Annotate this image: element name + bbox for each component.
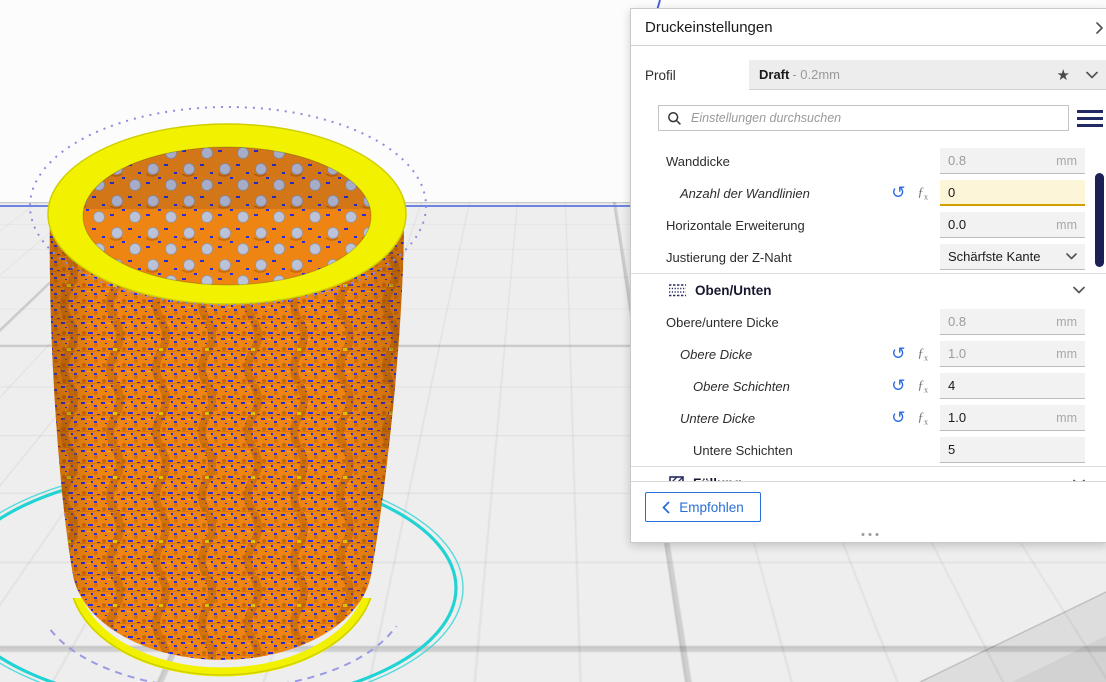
section-header-fuellung[interactable]: Füllung [631, 467, 1106, 481]
function-icon[interactable]: ƒx [918, 409, 929, 427]
setting-value: 0.8 [948, 153, 967, 168]
hamburger-menu-icon[interactable] [1077, 109, 1103, 127]
setting-value-field[interactable]: 0.8 mm [940, 309, 1085, 335]
profile-dropdown[interactable]: Draft - 0.2mm ★ [749, 60, 1106, 90]
search-icon [668, 111, 681, 125]
setting-value-input[interactable] [948, 217, 1051, 232]
profile-row: Profil Draft - 0.2mm ★ [645, 60, 1106, 90]
setting-icons: ↺ ƒx [891, 377, 928, 395]
setting-value-field[interactable] [940, 180, 1085, 206]
reset-value-icon[interactable]: ↺ [891, 409, 905, 426]
profile-label: Profil [645, 67, 676, 83]
top-layer-rim [47, 123, 407, 305]
setting-value-field[interactable] [940, 373, 1085, 399]
setting-value: 1.0 [948, 346, 967, 361]
setting-label: Horizontale Erweiterung [666, 217, 805, 233]
search-box[interactable] [658, 105, 1069, 131]
profile-value: Draft [759, 67, 790, 82]
setting-value-input[interactable] [948, 410, 1051, 425]
setting-row-wanddicke: Wanddicke 0.8 mm [631, 145, 1106, 177]
search-row [658, 105, 1106, 131]
panel-title: Druckeinstellungen [645, 18, 773, 36]
chevron-down-icon [1086, 71, 1098, 78]
setting-icons: ↺ ƒx [891, 409, 928, 427]
setting-row-justierung-der-z-naht: Justierung der Z-Naht Schärfste Kante [631, 241, 1106, 273]
setting-unit: mm [1056, 410, 1077, 425]
setting-unit: mm [1056, 217, 1077, 232]
setting-row-obere-schichten: Obere Schichten ↺ ƒx [631, 370, 1106, 402]
sliced-model-cylinder[interactable] [29, 106, 427, 682]
setting-row-untere-dicke: Untere Dicke ↺ ƒx mm [631, 402, 1106, 434]
panel-header: Druckeinstellungen [631, 9, 1106, 46]
setting-label: Obere Dicke [680, 346, 753, 362]
setting-row-obere-untere-dicke: Obere/untere Dicke 0.8 mm [631, 306, 1106, 338]
setting-label: Untere Schichten [693, 442, 793, 458]
chevron-down-icon [1066, 253, 1077, 260]
chevron-down-icon [1073, 286, 1085, 294]
panel-resize-grip[interactable] [861, 533, 878, 536]
star-icon[interactable]: ★ [1057, 66, 1070, 84]
setting-icons: ↺ ƒx [891, 184, 928, 202]
scrollbar-thumb[interactable] [1095, 173, 1104, 267]
setting-unit: mm [1056, 314, 1077, 329]
setting-label: Obere Schichten [693, 378, 790, 394]
search-input[interactable] [689, 110, 1060, 126]
setting-value-field[interactable]: mm [940, 212, 1085, 238]
reset-value-icon[interactable]: ↺ [891, 345, 905, 362]
close-panel-icon[interactable] [1095, 21, 1104, 39]
setting-unit: mm [1056, 346, 1077, 361]
profile-detail: - 0.2mm [792, 67, 841, 82]
setting-value-input[interactable] [948, 184, 1077, 200]
chevron-left-icon [662, 501, 670, 513]
setting-icons: ↺ ƒx [891, 345, 928, 363]
setting-dropdown[interactable]: Schärfste Kante [940, 244, 1085, 270]
setting-value: Schärfste Kante [948, 249, 1041, 264]
setting-value-field[interactable]: 1.0 mm [940, 341, 1085, 367]
recommended-mode-button[interactable]: Empfohlen [645, 492, 761, 522]
back-button-label: Empfohlen [679, 499, 744, 515]
setting-row-horizontale-erweiterung: Horizontale Erweiterung mm [631, 209, 1106, 241]
setting-value-input[interactable] [948, 442, 1077, 457]
plate-edge-corner [919, 591, 1106, 682]
section-label: Oben/Unten [695, 282, 772, 298]
setting-value-input[interactable] [948, 378, 1077, 393]
setting-value-field[interactable]: mm [940, 405, 1085, 431]
setting-row-untere-schichten: Untere Schichten [631, 434, 1106, 466]
top-bottom-icon [669, 283, 686, 297]
setting-row-obere-dicke: Obere Dicke ↺ ƒx 1.0 mm [631, 338, 1106, 370]
setting-label: Untere Dicke [680, 410, 756, 426]
setting-label: Obere/untere Dicke [666, 314, 779, 330]
setting-label: Justierung der Z-Naht [666, 249, 792, 265]
print-settings-panel: Druckeinstellungen Profil Draft - 0.2mm … [630, 8, 1106, 543]
setting-value-field[interactable]: 0.8 mm [940, 148, 1085, 174]
footer-divider [631, 481, 1106, 482]
setting-value: 0.8 [948, 314, 967, 329]
section-header-oben-unten[interactable]: Oben/Unten [631, 274, 1106, 306]
function-icon[interactable]: ƒx [918, 184, 929, 202]
setting-label: Wanddicke [666, 153, 730, 169]
function-icon[interactable]: ƒx [918, 377, 929, 395]
function-icon[interactable]: ƒx [918, 345, 929, 363]
setting-unit: mm [1056, 153, 1077, 168]
settings-list: Wanddicke 0.8 mm Anzahl der Wandlinien ↺… [631, 145, 1106, 481]
reset-value-icon[interactable]: ↺ [891, 377, 905, 394]
setting-row-anzahl-der-wandlinien: Anzahl der Wandlinien ↺ ƒx [631, 177, 1106, 209]
setting-label: Anzahl der Wandlinien [680, 185, 810, 201]
reset-value-icon[interactable]: ↺ [891, 184, 905, 201]
setting-value-field[interactable] [940, 437, 1085, 463]
